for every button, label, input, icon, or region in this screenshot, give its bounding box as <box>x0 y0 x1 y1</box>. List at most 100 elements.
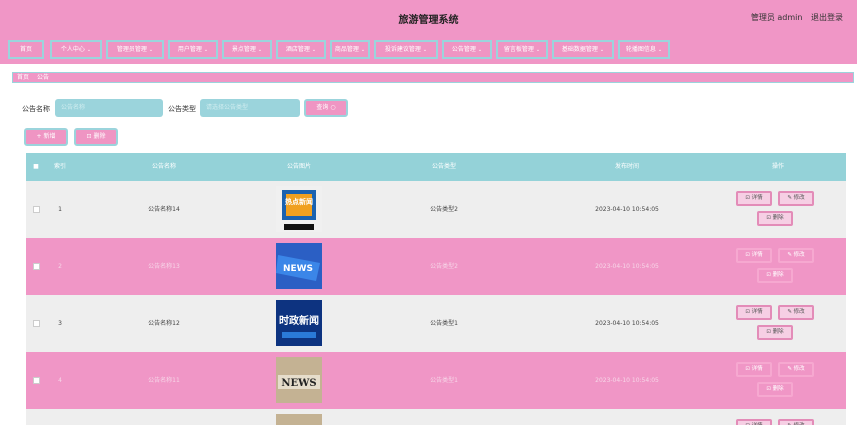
nav-item-profile[interactable]: 个人中心 ⌄ <box>50 40 102 59</box>
image-text: NEWS <box>283 264 313 274</box>
detail-button[interactable]: ⊡ 详情 <box>736 248 772 263</box>
row-checkbox[interactable] <box>33 320 40 327</box>
table-row: 2 公告名称13 NEWS 公告类型2 2023-04-10 10:54:05 … <box>26 238 846 295</box>
logout-link[interactable]: 退出登录 <box>811 13 843 22</box>
row-name: 公告名称12 <box>148 320 180 327</box>
user-name: 管理员 admin <box>750 13 803 22</box>
notice-image <box>276 414 322 425</box>
image-text: NEWS <box>281 378 316 389</box>
detail-button[interactable]: ⊡ 详情 <box>736 191 772 206</box>
query-button[interactable]: 查询 ○ <box>304 99 348 117</box>
row-type: 公告类型2 <box>430 206 458 213</box>
row-checkbox[interactable] <box>33 263 40 270</box>
edit-button[interactable]: ✎ 修改 <box>778 191 814 206</box>
table-row: 1 公告名称14 热点新闻 公告类型2 2023-04-10 10:54:05 … <box>26 181 846 238</box>
chevron-down-icon: ⌄ <box>657 47 663 53</box>
header-time: 发布时间 <box>614 163 639 170</box>
chevron-down-icon: ⌄ <box>86 47 92 53</box>
batch-delete-button[interactable]: ⊡ 删除 <box>74 128 118 146</box>
nav-bar: 首页 个人中心 ⌄ 管理员管理 ⌄ 用户管理 ⌄ 景点管理 ⌄ 酒店管理 ⌄ 商品管理 ⌄ … <box>0 36 857 64</box>
chevron-down-icon: ⌄ <box>422 47 428 53</box>
nav-label: 基础数据管理 <box>561 46 598 53</box>
notice-name-label: 公告名称 <box>22 105 50 113</box>
row-index: 1 <box>58 206 62 213</box>
image-text: 热点新闻 <box>285 197 313 206</box>
header-image: 公告图片 <box>286 163 311 170</box>
nav-item-message[interactable]: 留言板管理 ⌄ <box>496 40 548 59</box>
delete-button[interactable]: ⊡ 删除 <box>757 211 793 226</box>
chevron-down-icon: ⌄ <box>257 47 263 53</box>
edit-button[interactable]: ✎ 修改 <box>778 419 814 425</box>
chevron-down-icon: ⌄ <box>203 47 209 53</box>
row-name: 公告名称13 <box>148 263 180 270</box>
header: 旅游管理系统 管理员 admin 退出登录 <box>0 0 857 36</box>
header-index: 索引 <box>53 163 66 170</box>
detail-button[interactable]: ⊡ 详情 <box>736 362 772 377</box>
add-button[interactable]: + 新增 <box>24 128 68 146</box>
row-name: 公告名称14 <box>148 206 180 213</box>
edit-button[interactable]: ✎ 修改 <box>778 362 814 377</box>
nav-item-admin[interactable]: 管理员管理 ⌄ <box>106 40 164 59</box>
user-area: 管理员 admin 退出登录 <box>745 12 843 23</box>
notice-name-input[interactable]: 公告名称 <box>55 99 163 117</box>
row-type: 公告类型1 <box>430 377 458 384</box>
nav-label: 公告管理 <box>451 46 476 53</box>
nav-item-home[interactable]: 首页 <box>8 40 44 59</box>
table-row: ⊡ 详情 ✎ 修改 <box>26 409 846 425</box>
nav-label: 投诉建议管理 <box>384 46 421 53</box>
header-type: 公告类型 <box>431 163 456 170</box>
edit-button[interactable]: ✎ 修改 <box>778 248 814 263</box>
row-type: 公告类型2 <box>430 263 458 270</box>
nav-label: 管理员管理 <box>116 46 147 53</box>
breadcrumb: 首页 公告 <box>12 72 854 83</box>
row-name: 公告名称11 <box>148 377 180 384</box>
row-checkbox[interactable] <box>33 206 40 213</box>
nav-item-carousel[interactable]: 轮播图信息 ⌄ <box>618 40 670 59</box>
row-index: 3 <box>58 320 62 327</box>
notice-image: NEWS <box>276 243 322 289</box>
nav-item-users[interactable]: 用户管理 ⌄ <box>168 40 218 59</box>
select-all-checkbox[interactable]: ■ <box>26 153 46 181</box>
delete-button[interactable]: ⊡ 删除 <box>757 325 793 340</box>
notice-image: 热点新闻 <box>276 186 322 232</box>
nav-item-scenic[interactable]: 景点管理 ⌄ <box>222 40 272 59</box>
row-time: 2023-04-10 10:54:05 <box>595 206 659 213</box>
nav-item-complaint[interactable]: 投诉建议管理 ⌄ <box>374 40 438 59</box>
chevron-down-icon: ⌄ <box>599 47 605 53</box>
nav-label: 个人中心 <box>60 46 85 53</box>
nav-item-basedata[interactable]: 基础数据管理 ⌄ <box>552 40 614 59</box>
nav-label: 商品管理 <box>334 46 359 53</box>
nav-item-notice[interactable]: 公告管理 ⌄ <box>442 40 492 59</box>
edit-button[interactable]: ✎ 修改 <box>778 305 814 320</box>
breadcrumb-current: 公告 <box>36 74 49 81</box>
nav-item-goods[interactable]: 商品管理 ⌄ <box>330 40 370 59</box>
row-index: 2 <box>58 263 62 270</box>
image-text: 时政新闻 <box>279 314 319 327</box>
detail-button[interactable]: ⊡ 详情 <box>736 419 772 425</box>
table-row: 4 公告名称11 NEWS 公告类型1 2023-04-10 10:54:05 … <box>26 352 846 409</box>
notice-type-label: 公告类型 <box>168 105 196 113</box>
header-actions: 操作 <box>771 163 784 170</box>
chevron-down-icon: ⌄ <box>360 47 366 53</box>
notice-type-select[interactable]: 请选择公告类型 <box>200 99 300 117</box>
row-checkbox[interactable] <box>33 377 40 384</box>
nav-label: 景点管理 <box>231 46 256 53</box>
nav-label: 酒店管理 <box>285 46 310 53</box>
app-title: 旅游管理系统 <box>398 15 459 26</box>
chevron-down-icon: ⌄ <box>148 47 154 53</box>
notice-image: NEWS <box>276 357 322 403</box>
nav-item-hotel[interactable]: 酒店管理 ⌄ <box>276 40 326 59</box>
table-header: ■ 索引 公告名称 公告图片 公告类型 发布时间 操作 <box>26 153 846 181</box>
delete-button[interactable]: ⊡ 删除 <box>757 382 793 397</box>
chevron-down-icon: ⌄ <box>477 47 483 53</box>
row-time: 2023-04-10 10:54:05 <box>595 377 659 384</box>
table-row: 3 公告名称12 时政新闻 公告类型1 2023-04-10 10:54:05 … <box>26 295 846 352</box>
delete-button[interactable]: ⊡ 删除 <box>757 268 793 283</box>
detail-button[interactable]: ⊡ 详情 <box>736 305 772 320</box>
row-time: 2023-04-10 10:54:05 <box>595 320 659 327</box>
breadcrumb-home[interactable]: 首页 <box>17 74 29 81</box>
chevron-down-icon: ⌄ <box>535 47 541 53</box>
nav-label: 留言板管理 <box>503 46 534 53</box>
row-index: 4 <box>58 377 62 384</box>
nav-label: 用户管理 <box>177 46 202 53</box>
